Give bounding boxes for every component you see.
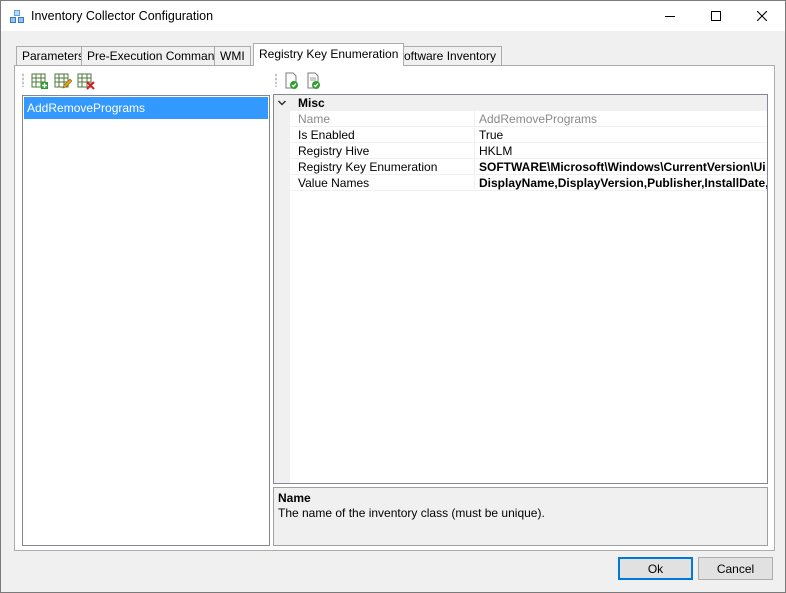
categorized-view-button[interactable] [283,72,301,90]
tab-panel-registry-key-enumeration: AddRemovePrograms Misc Name AddRemovePro… [14,65,775,551]
category-label: Misc [298,96,325,110]
close-button[interactable] [739,1,785,31]
tab-label: Software Inventory [396,49,497,63]
help-pane: Name The name of the inventory class (mu… [273,487,768,546]
tab-software-inventory[interactable]: Software Inventory [390,46,503,65]
property-name: Registry Key Enumeration [290,159,475,174]
list-item[interactable]: AddRemovePrograms [24,97,268,119]
edit-item-button[interactable] [54,72,73,90]
property-name: Registry Hive [290,143,475,158]
property-value: AddRemovePrograms [479,112,598,126]
minimize-button[interactable] [647,1,693,31]
property-pages-icon [307,72,320,89]
tab-label: WMI [220,49,245,63]
toolbar-grip[interactable] [275,73,277,87]
property-pages-button[interactable] [305,72,323,90]
maximize-icon [711,11,721,21]
property-row-is-enabled[interactable]: Is Enabled True [290,127,767,143]
tab-wmi[interactable]: WMI [214,46,251,65]
property-row-registry-hive[interactable]: Registry Hive HKLM [290,143,767,159]
add-item-button[interactable] [31,72,49,90]
class-list[interactable]: AddRemovePrograms [22,95,270,546]
delete-item-button[interactable] [77,72,95,90]
property-value[interactable]: HKLM [476,143,767,158]
cancel-button-label: Cancel [716,561,755,576]
maximize-button[interactable] [693,1,739,31]
edit-item-icon [54,73,73,89]
window-title: Inventory Collector Configuration [31,9,214,23]
toolbar-grip[interactable] [22,73,24,87]
property-value[interactable]: SOFTWARE\Microsoft\Windows\CurrentVersio… [476,159,767,174]
property-row-registry-key-enumeration[interactable]: Registry Key Enumeration SOFTWARE\Micros… [290,159,767,175]
property-grid[interactable]: Misc Name AddRemovePrograms Is Enabled T… [273,94,768,484]
property-row-value-names[interactable]: Value Names DisplayName,DisplayVersion,P… [290,175,767,191]
title-bar[interactable]: Inventory Collector Configuration [1,1,785,31]
tab-pre-execution-commands[interactable]: Pre-Execution Commands [81,46,234,65]
property-name: Is Enabled [290,127,475,142]
app-icon [10,10,24,23]
help-title: Name [278,491,311,505]
ok-button-label: Ok [647,561,664,576]
ok-button[interactable]: Ok [618,557,693,580]
tab-registry-key-enumeration[interactable]: Registry Key Enumeration [253,43,405,66]
grid-margin [274,95,290,483]
delete-item-icon [77,73,95,90]
add-item-icon [31,73,48,89]
property-row-name[interactable]: Name AddRemovePrograms [290,111,767,127]
cancel-button[interactable]: Cancel [698,557,773,580]
tab-parameters[interactable]: Parameters [16,46,91,65]
list-item-label: AddRemovePrograms [27,101,146,115]
categorized-view-icon [285,72,298,89]
chevron-down-icon[interactable] [277,98,287,108]
category-row-misc[interactable]: Misc [274,95,767,111]
property-name: Value Names [290,175,475,190]
tab-label: Pre-Execution Commands [87,49,228,63]
property-name: Name [290,111,475,126]
help-description: The name of the inventory class (must be… [278,506,545,520]
tab-label: Parameters [22,49,85,63]
property-value[interactable]: True [476,127,767,142]
close-icon [757,11,767,21]
minimize-icon [665,16,675,17]
property-value[interactable]: DisplayName,DisplayVersion,Publisher,Ins… [476,175,767,190]
dialog-window: Inventory Collector Configuration Parame… [0,0,786,593]
tab-label: Registry Key Enumeration [259,47,399,61]
